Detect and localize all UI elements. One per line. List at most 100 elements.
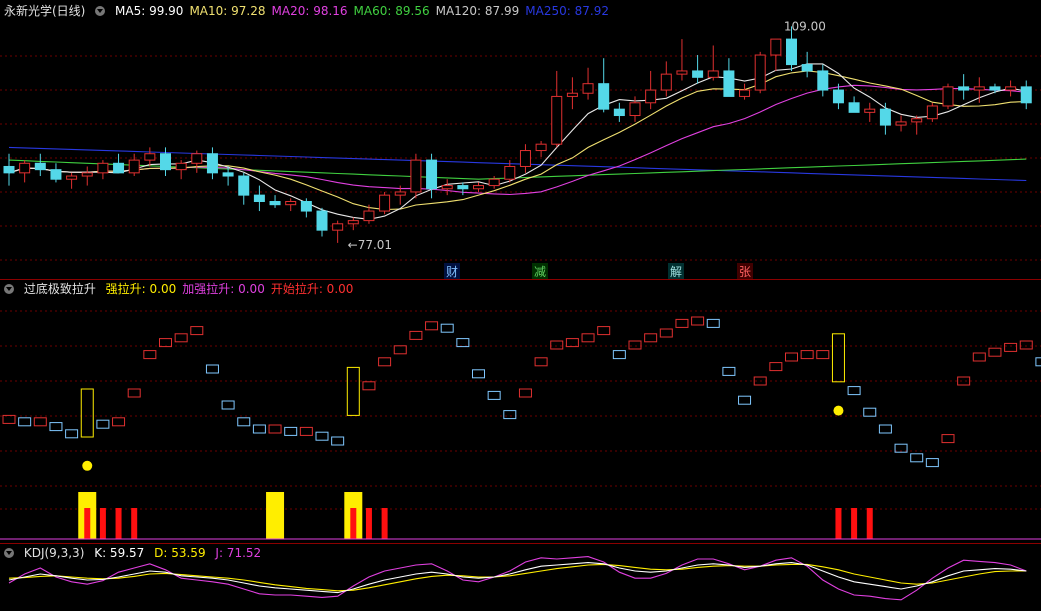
candle-body: [645, 89, 657, 104]
signal-bar-red: [115, 508, 122, 539]
indicator-box: [284, 426, 298, 436]
candle-body: [128, 159, 140, 174]
indicator-box: [18, 417, 32, 427]
high-price-label: 109.00: [784, 19, 826, 33]
candle-body: [347, 220, 359, 225]
candle-body: [34, 162, 46, 171]
candle-body: [723, 70, 735, 97]
indicator-box: [487, 390, 501, 400]
candle-body: [285, 201, 297, 206]
candle-body: [316, 210, 328, 231]
indicator-box: [425, 321, 439, 331]
indicator-box: [33, 417, 47, 427]
indicator-chart[interactable]: [0, 281, 1041, 543]
news-tag-zhang[interactable]: 张: [737, 263, 754, 280]
signal-bar-red: [350, 508, 357, 539]
indicator-box: [644, 333, 658, 343]
candle-body: [613, 108, 625, 117]
candle-body: [300, 201, 312, 212]
candle-body: [707, 70, 719, 78]
indicator-box: [299, 426, 313, 436]
indicator-box: [910, 453, 924, 463]
candle-body: [1005, 86, 1017, 91]
candle-body: [879, 108, 891, 126]
indicator-box: [675, 318, 689, 328]
candle-body: [19, 162, 31, 174]
candle-body: [911, 118, 923, 123]
ma5-line: [8, 63, 1027, 220]
indicator-box: [691, 316, 705, 326]
candle-body: [832, 89, 844, 104]
candle-body: [238, 175, 250, 196]
indicator-box: [878, 424, 892, 434]
indicator-box: [65, 429, 79, 439]
candle-body: [113, 162, 125, 174]
indicator-box: [127, 388, 141, 398]
indicator-box: [96, 419, 110, 429]
indicator-box: [315, 431, 329, 441]
indicator-box: [143, 350, 157, 360]
news-tag-jie[interactable]: 解: [668, 263, 685, 280]
candle-body: [519, 150, 531, 167]
indicator-box: [863, 407, 877, 417]
indicator-box: [346, 366, 360, 416]
candle-body: [582, 83, 594, 94]
candle-body: [81, 172, 93, 177]
candle-body: [692, 70, 704, 78]
candle-body: [598, 83, 610, 110]
indicator-box: [49, 422, 63, 432]
indicator-box: [534, 357, 548, 367]
indicator-box: [972, 352, 986, 362]
indicator-box: [957, 376, 971, 386]
indicator-box: [565, 338, 579, 348]
indicator-box: [205, 364, 219, 374]
candle-body: [817, 70, 829, 91]
candle-body: [629, 102, 641, 117]
signal-bar-yellow: [266, 492, 285, 539]
candle-body: [551, 95, 563, 145]
indicator-box: [659, 328, 673, 338]
candle-body: [864, 108, 876, 113]
candle-body: [332, 223, 344, 231]
signal-bar-red: [131, 508, 138, 539]
candle-body: [754, 54, 766, 91]
news-tag-cai[interactable]: 财: [444, 263, 461, 280]
candle-body: [253, 194, 265, 202]
indicator-box: [550, 340, 564, 350]
kdj-chart[interactable]: [0, 545, 1041, 611]
candle-body: [989, 86, 1001, 91]
candle-body: [66, 175, 78, 180]
signal-bar-red: [381, 508, 388, 539]
candle-body: [144, 153, 156, 161]
indicator-box: [378, 357, 392, 367]
candle-body: [504, 165, 516, 180]
candle-body: [426, 159, 438, 190]
candle-body: [3, 165, 15, 174]
indicator-box: [221, 400, 235, 410]
ma10-line: [8, 70, 1027, 211]
candle-body: [958, 86, 970, 91]
candle-body: [379, 194, 391, 212]
candle-body: [50, 169, 62, 180]
news-tag-jian[interactable]: 减: [532, 263, 549, 280]
candle-body: [97, 162, 109, 174]
indicator-box: [252, 424, 266, 434]
indicator-box: [706, 318, 720, 328]
candle-body: [473, 185, 484, 190]
indicator-box: [1004, 342, 1018, 352]
signal-bar-red: [84, 508, 91, 539]
candle-body: [222, 172, 234, 177]
indicator-box: [518, 388, 532, 398]
candle-body: [488, 178, 500, 187]
indicator-box: [941, 434, 955, 444]
candle-body: [895, 121, 907, 126]
indicator-box: [472, 369, 485, 379]
panel-divider: [0, 543, 1041, 544]
price-chart[interactable]: 109.00 ←77.01: [0, 0, 1041, 276]
signal-bar-red: [835, 508, 842, 539]
indicator-box: [393, 345, 407, 355]
candle-body: [535, 143, 547, 152]
indicator-box: [738, 395, 752, 405]
indicator-box: [456, 338, 470, 348]
candle-body: [770, 38, 782, 56]
